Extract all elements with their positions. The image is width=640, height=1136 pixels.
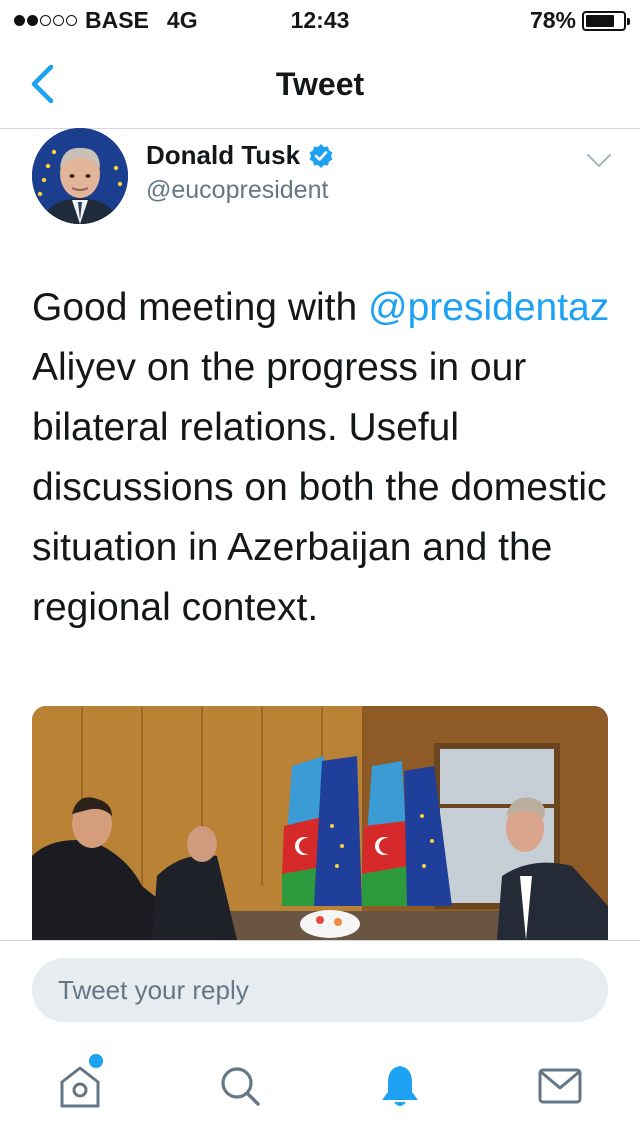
more-options-button[interactable]: [584, 148, 614, 172]
reply-area: Tweet your reply: [0, 940, 640, 1040]
status-right: 78%: [529, 7, 630, 34]
messages-icon: [538, 1068, 582, 1104]
author-name-row[interactable]: Donald Tusk: [146, 140, 334, 171]
reply-input[interactable]: Tweet your reply: [32, 958, 608, 1022]
battery-icon: [582, 10, 630, 31]
tab-notifications[interactable]: [376, 1062, 424, 1110]
tab-home[interactable]: [56, 1062, 104, 1110]
tweet-photo[interactable]: [32, 706, 608, 940]
navigation-bar: Tweet: [0, 40, 640, 129]
battery-percent: 78%: [529, 7, 576, 33]
avatar-image: [32, 128, 128, 224]
home-icon: [60, 1066, 100, 1108]
tweet-text: Good meeting with @presidentaz Aliyev on…: [32, 278, 622, 638]
author-name: Donald Tusk: [146, 140, 301, 170]
mention-link[interactable]: @presidentaz: [368, 286, 609, 329]
author-avatar[interactable]: [32, 128, 128, 224]
tab-messages[interactable]: [536, 1062, 584, 1110]
tweet-text-part-2: Aliyev on the progress in our bilateral …: [32, 346, 607, 629]
status-bar: BASE 4G 12:43 78%: [0, 0, 640, 40]
verified-badge-icon: [309, 143, 333, 168]
tab-search[interactable]: [216, 1062, 264, 1110]
home-badge-dot: [89, 1054, 103, 1068]
tweet-text-part-1: Good meeting with: [32, 286, 369, 329]
notifications-icon: [382, 1066, 418, 1106]
page-title: Tweet: [275, 66, 365, 102]
author-handle[interactable]: @eucopresident: [146, 176, 328, 205]
chevron-down-icon: [586, 153, 612, 168]
photo-meeting-image: [32, 706, 608, 940]
search-icon: [221, 1067, 260, 1106]
